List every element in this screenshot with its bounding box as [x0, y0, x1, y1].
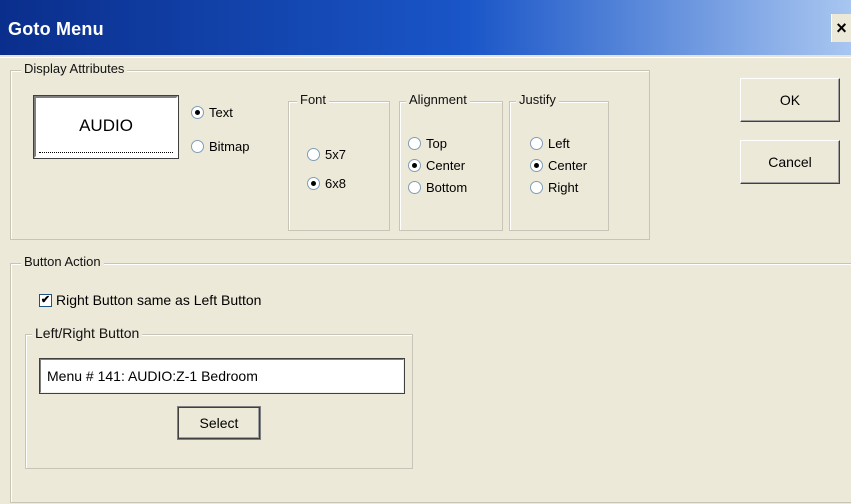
left-right-legend: Left/Right Button [32, 325, 143, 341]
radio-button-icon[interactable] [191, 106, 204, 119]
radio-bitmap[interactable]: Bitmap [191, 139, 249, 154]
preview-box: AUDIO [33, 95, 179, 159]
radio-text[interactable]: Text [191, 105, 233, 120]
radio-justify-center[interactable]: Center [530, 158, 587, 173]
window-title: Goto Menu [8, 19, 104, 39]
radio-font-6x8[interactable]: 6x8 [307, 176, 346, 191]
font-legend: Font [297, 92, 330, 107]
preview-text: AUDIO [79, 116, 133, 135]
radio-button-icon[interactable] [408, 137, 421, 150]
font-group: Font 5x7 6x8 [288, 92, 390, 231]
radio-button-icon[interactable] [307, 148, 320, 161]
checkbox-checked-icon[interactable]: ✔ [39, 293, 52, 307]
radio-font-5x7[interactable]: 5x7 [307, 147, 346, 162]
radio-button-icon[interactable] [191, 140, 204, 153]
cancel-button[interactable]: Cancel [740, 140, 840, 184]
radio-selected-dot [534, 163, 539, 168]
alignment-group: Alignment Top Center Bottom [399, 92, 503, 231]
radio-align-top[interactable]: Top [408, 136, 447, 151]
display-attributes-group: Display Attributes AUDIO Text Bitmap Fon… [10, 61, 650, 240]
justify-legend: Justify [516, 92, 559, 107]
radio-selected-dot [412, 163, 417, 168]
title-bar: Goto Menu × [0, 0, 851, 57]
same-button-label: Right Button same as Left Button [56, 292, 262, 308]
radio-selected-dot [195, 110, 200, 115]
radio-justify-center-label: Center [548, 158, 588, 173]
radio-bitmap-label: Bitmap [209, 139, 250, 154]
radio-selected-dot [311, 181, 316, 186]
radio-button-icon[interactable] [530, 159, 543, 172]
left-right-button-group: Left/Right Button Menu # 141: AUDIO:Z-1 … [25, 325, 413, 469]
radio-align-center-label: Center [426, 158, 466, 173]
radio-align-top-label: Top [426, 136, 447, 151]
radio-justify-left[interactable]: Left [530, 136, 570, 151]
radio-button-icon[interactable] [408, 159, 421, 172]
radio-button-icon[interactable] [408, 181, 421, 194]
radio-align-bottom-label: Bottom [426, 180, 468, 195]
radio-justify-left-label: Left [548, 136, 570, 151]
close-icon[interactable]: × [831, 14, 851, 42]
radio-button-icon[interactable] [530, 137, 543, 150]
same-button-checkbox[interactable]: ✔ Right Button same as Left Button [39, 292, 261, 308]
radio-button-icon[interactable] [530, 181, 543, 194]
dialog-body: Display Attributes AUDIO Text Bitmap Fon… [0, 58, 851, 504]
menu-target-field[interactable]: Menu # 141: AUDIO:Z-1 Bedroom [39, 358, 405, 394]
button-action-legend: Button Action [21, 254, 104, 269]
radio-justify-right-label: Right [548, 180, 579, 195]
select-button[interactable]: Select [177, 406, 261, 440]
button-action-group: Button Action ✔ Right Button same as Lef… [10, 254, 851, 503]
ok-button[interactable]: OK [740, 78, 840, 122]
justify-group: Justify Left Center Right [509, 92, 609, 231]
radio-font-6x8-label: 6x8 [325, 176, 346, 191]
radio-justify-right[interactable]: Right [530, 180, 578, 195]
radio-align-center[interactable]: Center [408, 158, 465, 173]
radio-font-5x7-label: 5x7 [325, 147, 346, 162]
radio-text-label: Text [209, 105, 233, 120]
alignment-legend: Alignment [406, 92, 470, 107]
focus-rect [39, 152, 173, 153]
radio-align-bottom[interactable]: Bottom [408, 180, 467, 195]
radio-button-icon[interactable] [307, 177, 320, 190]
display-attributes-legend: Display Attributes [21, 61, 128, 76]
